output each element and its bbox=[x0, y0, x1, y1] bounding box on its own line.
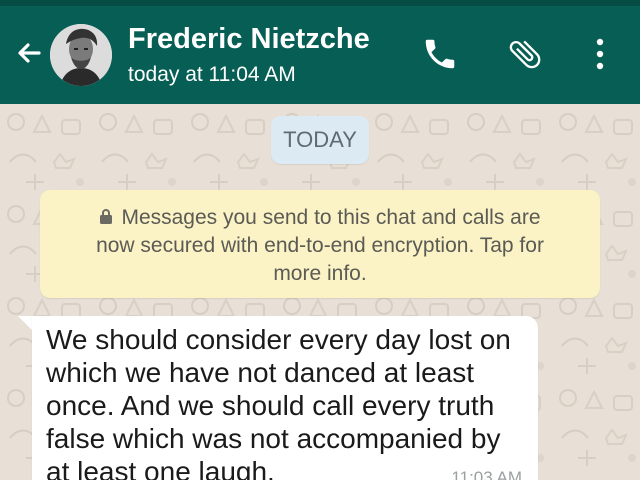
paperclip-icon bbox=[506, 35, 544, 78]
chat-area[interactable]: TODAY Messages you send to this chat and… bbox=[0, 104, 640, 480]
message-text-line: false which was not accompanied by bbox=[46, 423, 501, 454]
more-vert-icon bbox=[588, 35, 612, 78]
message-text-line: once. And we should call every truth bbox=[46, 390, 495, 421]
last-seen-status: today at 11:04 AM bbox=[128, 63, 296, 86]
message-text-line: at least one laugh. bbox=[46, 456, 275, 480]
menu-button[interactable] bbox=[578, 34, 622, 78]
contact-name[interactable]: Frederic Nietzche bbox=[128, 22, 370, 56]
message-timestamp: 11:03 AM bbox=[451, 468, 522, 480]
incoming-message-bubble[interactable]: We should consider every day lost on whi… bbox=[32, 316, 538, 480]
back-button[interactable] bbox=[10, 36, 48, 74]
message-text-line: We should consider every day lost on bbox=[46, 324, 511, 355]
date-divider: TODAY bbox=[271, 116, 369, 164]
encryption-notice-text-2: now secured with end-to-end encryption. … bbox=[96, 234, 544, 257]
chat-header: Frederic Nietzche today at 11:04 AM bbox=[0, 0, 640, 104]
message-text-line: which we have not danced at least bbox=[46, 357, 475, 388]
encryption-notice-text-3: more info. bbox=[273, 262, 367, 285]
lock-icon bbox=[99, 205, 113, 233]
encryption-notice-text-1: Messages you send to this chat and calls… bbox=[121, 206, 541, 229]
encryption-notice-line: Messages you send to this chat and calls… bbox=[40, 204, 600, 233]
attach-button[interactable] bbox=[503, 34, 547, 78]
status-strip bbox=[0, 0, 640, 6]
phone-icon bbox=[421, 35, 459, 78]
avatar[interactable] bbox=[50, 24, 112, 86]
voice-call-button[interactable] bbox=[418, 34, 462, 78]
encryption-notice[interactable]: Messages you send to this chat and calls… bbox=[40, 190, 600, 298]
back-arrow-icon bbox=[13, 37, 45, 74]
